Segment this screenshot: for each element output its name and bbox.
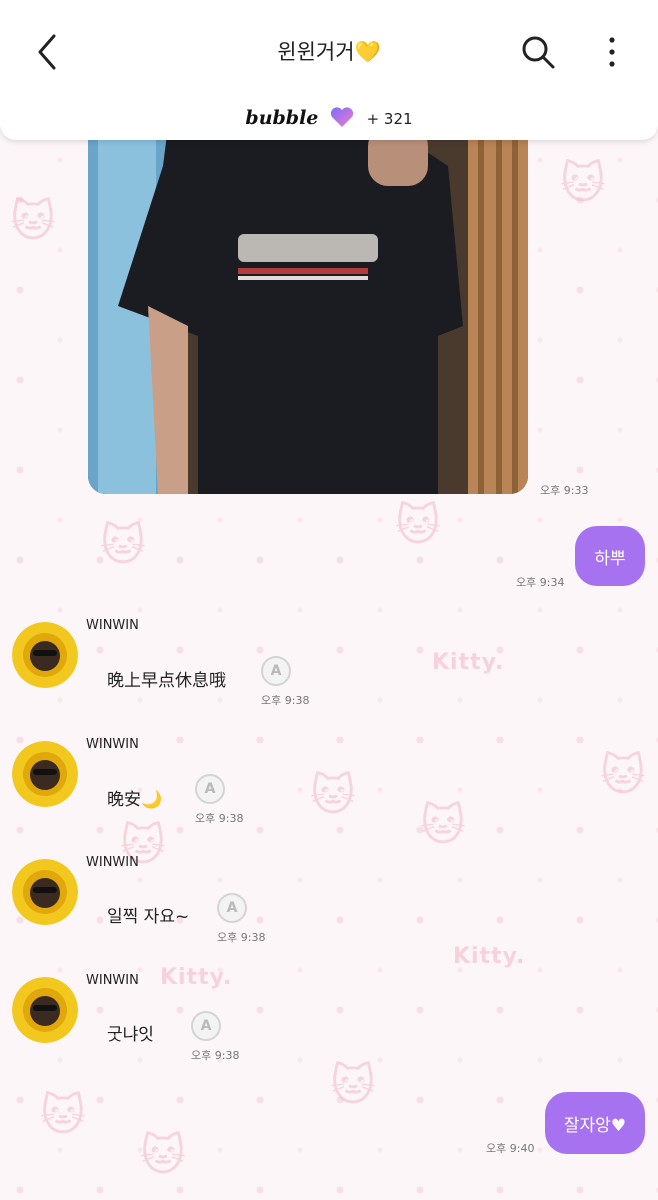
avatar-sunflower-image xyxy=(12,859,78,925)
bubble-subscription-bar[interactable]: bubble + 321 xyxy=(0,106,658,132)
message-time: 오후 9:38 xyxy=(191,1049,240,1062)
incoming-message-text[interactable]: 晚上早点休息哦 xyxy=(107,666,226,691)
incoming-message-text[interactable]: 굿냐잇 xyxy=(107,1020,154,1045)
cat-sticker-icon: 🐱 xyxy=(10,196,56,247)
sender-avatar[interactable] xyxy=(12,977,78,1043)
cat-sticker-icon: 🐱 xyxy=(100,520,146,571)
wallpaper-kitty-text: Kitty. xyxy=(160,965,233,990)
message-time: 오후 9:38 xyxy=(217,931,266,944)
cat-sticker-icon: 🐱 xyxy=(330,1060,376,1111)
cat-sticker-icon: 🐱 xyxy=(420,800,466,851)
sender-avatar[interactable] xyxy=(12,741,78,807)
search-icon xyxy=(522,36,555,69)
message-time: 오후 9:33 xyxy=(540,484,589,497)
read-receipt-icon: A xyxy=(195,774,225,804)
sender-avatar[interactable] xyxy=(12,622,78,688)
incoming-message-text[interactable]: 晚安🌙 xyxy=(107,785,162,810)
chat-title: 윈윈거거💛 xyxy=(0,36,658,66)
sender-name: WINWIN xyxy=(86,737,139,752)
cat-sticker-icon: 🐱 xyxy=(310,770,356,821)
cat-sticker-icon: 🐱 xyxy=(140,1130,186,1181)
message-time: 오후 9:34 xyxy=(516,576,565,589)
avatar-sunflower-image xyxy=(12,741,78,807)
outgoing-message-bubble[interactable]: 하뿌 xyxy=(575,526,645,586)
sender-name: WINWIN xyxy=(86,973,139,988)
wallpaper-kitty-text: Kitty. xyxy=(453,944,526,969)
chat-title-text: 윈윈거거 xyxy=(277,40,355,64)
cat-sticker-icon: 🐱 xyxy=(395,500,441,551)
read-receipt-icon: A xyxy=(191,1011,221,1041)
avatar-sunflower-image xyxy=(12,622,78,688)
heart-icon xyxy=(330,106,354,132)
follower-count: + 321 xyxy=(366,110,413,128)
sender-avatar[interactable] xyxy=(12,859,78,925)
more-button[interactable] xyxy=(600,32,624,72)
read-receipt-icon: A xyxy=(261,656,291,686)
more-vertical-icon xyxy=(609,37,615,67)
message-time: 오후 9:38 xyxy=(195,812,244,825)
cat-sticker-icon: 🐱 xyxy=(40,1090,86,1141)
yellow-heart-emoji: 💛 xyxy=(354,40,381,64)
incoming-message-text[interactable]: 일찍 자요~ xyxy=(107,902,189,927)
chat-header: 윈윈거거💛 bubble + 321 xyxy=(0,0,658,140)
message-time: 오후 9:40 xyxy=(486,1142,535,1155)
search-button[interactable] xyxy=(518,32,558,72)
outgoing-message-bubble[interactable]: 잘자앙♥ xyxy=(545,1092,645,1154)
wallpaper-kitty-text: Kitty. xyxy=(432,650,505,675)
cat-sticker-icon: 🐱 xyxy=(560,158,606,209)
message-time: 오후 9:38 xyxy=(261,694,310,707)
avatar-sunflower-image xyxy=(12,977,78,1043)
sender-name: WINWIN xyxy=(86,618,139,633)
read-receipt-icon: A xyxy=(217,893,247,923)
bubble-logo: bubble xyxy=(245,107,319,129)
sender-name: WINWIN xyxy=(86,855,139,870)
image-message[interactable] xyxy=(88,126,528,494)
selfie-photo xyxy=(88,126,528,494)
cat-sticker-icon: 🐱 xyxy=(600,750,646,801)
